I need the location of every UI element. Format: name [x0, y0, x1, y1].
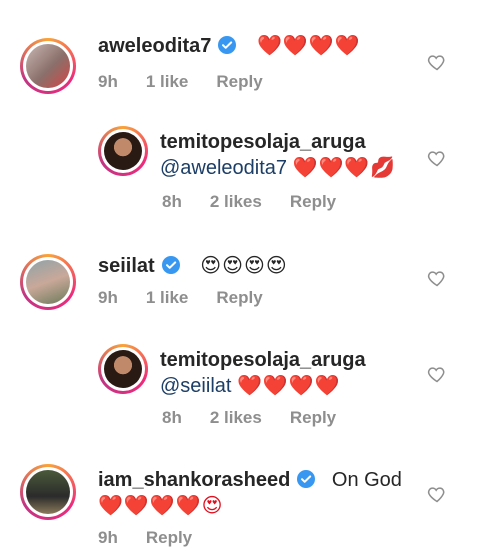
comment-body: ❤️❤️❤️💋 [292, 157, 397, 179]
reply-item: temitopesolaja_aruga @seiilat ❤️❤️❤️❤️ 8… [0, 330, 480, 440]
reply-button[interactable]: Reply [290, 192, 336, 211]
heart-outline-icon[interactable] [427, 148, 447, 168]
reply-item: temitopesolaja_aruga @aweleodita7 ❤️❤️❤️… [0, 110, 480, 220]
mention-link[interactable]: @seiilat [160, 375, 231, 397]
heart-outline-icon[interactable] [427, 52, 447, 72]
comment-timestamp: 8h [162, 192, 182, 211]
comment-timestamp: 9h [98, 72, 118, 91]
comment-text-line: ❤️❤️❤️❤️😍 [98, 494, 223, 518]
comment-item: iam_shankorasheed On God ❤️❤️❤️❤️😍 9h Rep… [0, 440, 480, 560]
comment-text-line: aweleodita7 ❤️❤️❤️❤️ [98, 34, 361, 58]
comment-timestamp: 8h [162, 408, 182, 427]
comment-item: seiilat 😍😍😍😍 9h 1 like Reply [0, 220, 480, 330]
verified-badge-icon [297, 470, 316, 488]
comment-username[interactable]: aweleodita7 [98, 35, 211, 57]
comment-body: 😍😍😍😍 [200, 255, 288, 277]
comment-text-line: iam_shankorasheed On God [98, 468, 402, 492]
verified-badge-icon [161, 256, 180, 274]
comment-body: ❤️❤️❤️❤️ [256, 35, 361, 57]
comment-like-count[interactable]: 2 likes [210, 408, 262, 427]
comment-timestamp: 9h [98, 528, 118, 547]
avatar[interactable] [98, 126, 148, 176]
comment-meta: 9h Reply [98, 528, 220, 548]
avatar[interactable] [20, 254, 76, 310]
comment-body: On God [331, 469, 402, 491]
comment-username[interactable]: iam_shankorasheed [98, 469, 290, 491]
avatar[interactable] [20, 38, 76, 94]
reply-button[interactable]: Reply [290, 408, 336, 427]
comment-meta: 9h 1 like Reply [98, 72, 291, 92]
comment-username[interactable]: seiilat [98, 255, 155, 277]
comment-username[interactable]: temitopesolaja_aruga [160, 131, 366, 153]
comment-like-count[interactable]: 2 likes [210, 192, 262, 211]
avatar[interactable] [98, 344, 148, 394]
comment-username[interactable]: temitopesolaja_aruga [160, 349, 366, 371]
comment-body-continued: ❤️❤️❤️❤️😍 [98, 495, 224, 517]
comment-body: ❤️❤️❤️❤️ [237, 375, 341, 397]
comment-meta: 8h 2 likes Reply [162, 408, 364, 428]
heart-outline-icon[interactable] [427, 484, 447, 504]
comment-text-line: @seiilat ❤️❤️❤️❤️ [160, 374, 341, 398]
comment-like-count[interactable]: 1 like [146, 72, 189, 91]
reply-button[interactable]: Reply [146, 528, 192, 547]
comment-meta: 8h 2 likes Reply [162, 192, 364, 212]
mention-link[interactable]: @aweleodita7 [160, 157, 287, 179]
comment-like-count[interactable]: 1 like [146, 288, 189, 307]
verified-badge-icon [218, 36, 237, 54]
comment-timestamp: 9h [98, 288, 118, 307]
heart-outline-icon[interactable] [427, 364, 447, 384]
comment-item: aweleodita7 ❤️❤️❤️❤️ 9h 1 like Reply [0, 0, 480, 110]
comment-meta: 9h 1 like Reply [98, 288, 291, 308]
comment-text-line: seiilat 😍😍😍😍 [98, 254, 288, 278]
heart-outline-icon[interactable] [427, 268, 447, 288]
reply-button[interactable]: Reply [216, 72, 262, 91]
comment-text-line: temitopesolaja_aruga [160, 130, 366, 154]
avatar[interactable] [20, 464, 76, 520]
comment-text-line: @aweleodita7 ❤️❤️❤️💋 [160, 156, 396, 180]
reply-button[interactable]: Reply [216, 288, 262, 307]
comment-text-line: temitopesolaja_aruga [160, 348, 366, 372]
